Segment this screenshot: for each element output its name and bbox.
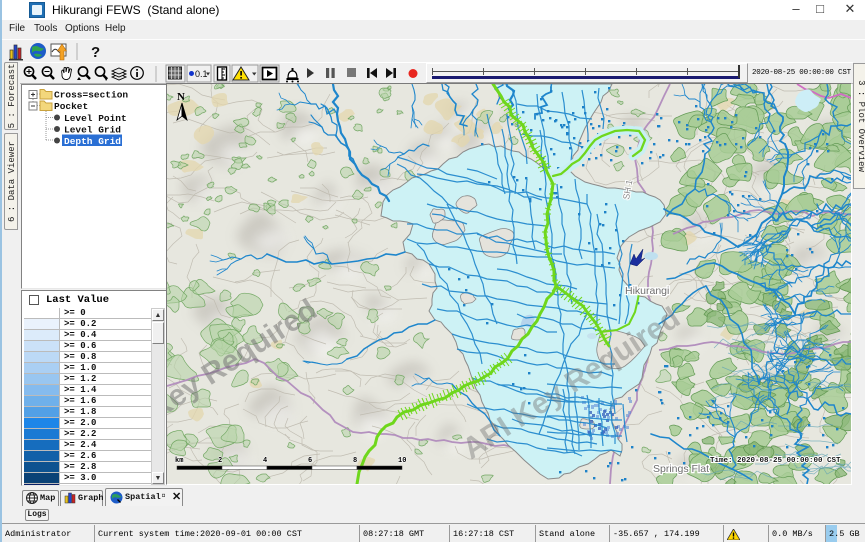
svg-text:6: 6: [308, 457, 312, 465]
svg-text:0.1: 0.1: [195, 69, 208, 79]
svg-text:Level Point: Level Point: [64, 113, 127, 124]
svg-text:8: 8: [353, 457, 357, 465]
svg-text:Cross=section: Cross=section: [54, 90, 128, 101]
svg-text:2: 2: [218, 457, 222, 465]
svg-text:km: km: [175, 457, 183, 465]
svg-text:Hikurangi: Hikurangi: [625, 285, 669, 297]
svg-text:Level Grid: Level Grid: [64, 125, 121, 136]
svg-text:N: N: [177, 91, 185, 103]
svg-text:Springs Flat: Springs Flat: [653, 463, 709, 475]
svg-text:4: 4: [263, 457, 267, 465]
svg-text:Pocket: Pocket: [54, 101, 88, 112]
svg-text:?: ?: [91, 44, 100, 61]
svg-text:Time: 2020-08-25 00:00:00 CST: Time: 2020-08-25 00:00:00 CST: [710, 457, 841, 465]
svg-text:10: 10: [398, 457, 406, 465]
svg-text:Depth Grid: Depth Grid: [64, 136, 121, 147]
